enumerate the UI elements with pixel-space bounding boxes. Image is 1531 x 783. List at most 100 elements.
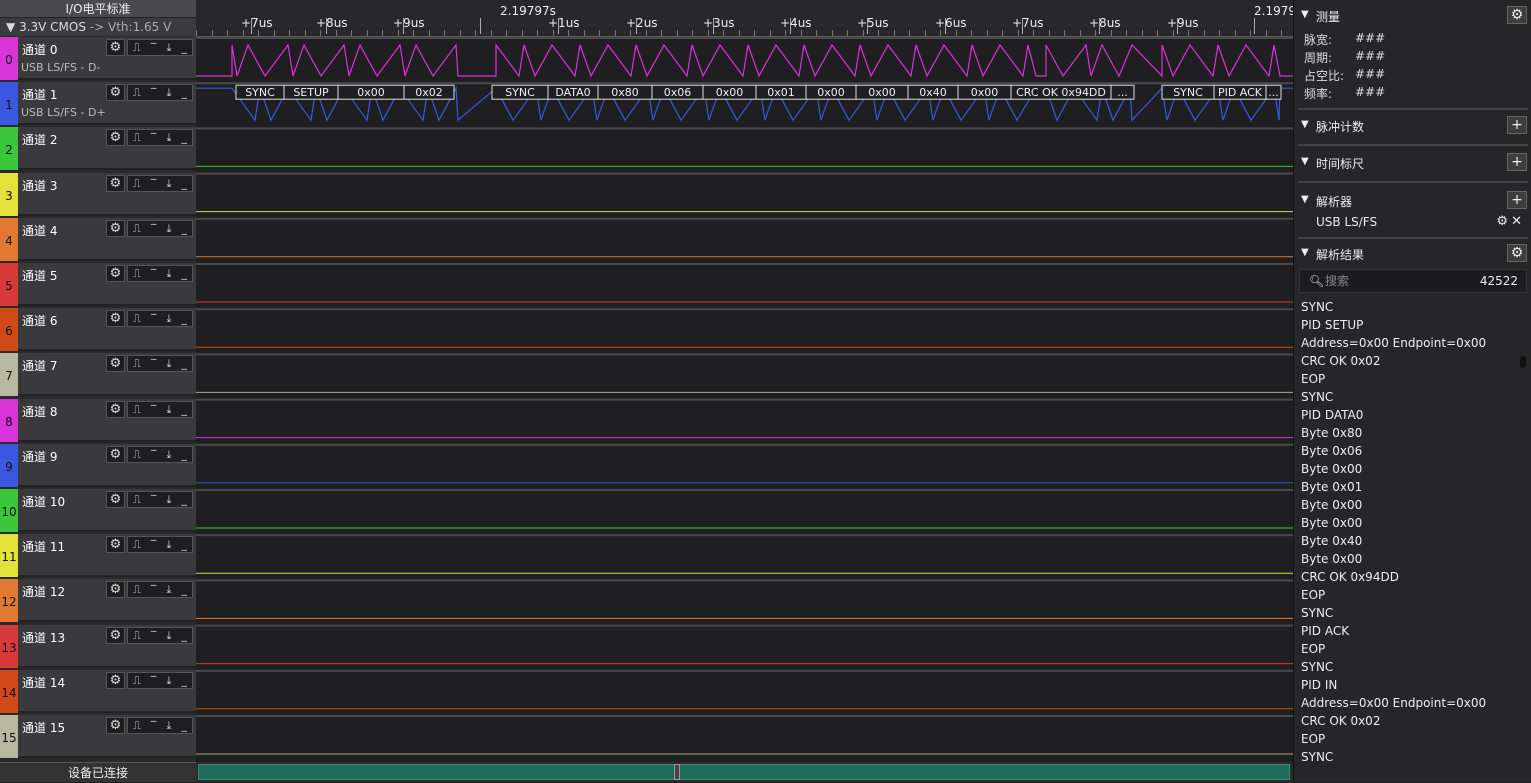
channel-gear-icon[interactable]: ⚙: [106, 626, 125, 644]
high-level-icon[interactable]: ‾: [151, 582, 157, 597]
channel-row[interactable]: 4 通道 4 ⚙ ⎍ ‾ ⤓ _: [0, 217, 196, 261]
channel-row[interactable]: 3 通道 3 ⚙ ⎍ ‾ ⤓ _: [0, 172, 196, 216]
result-item[interactable]: Byte 0x00: [1301, 550, 1516, 568]
rising-edge-icon[interactable]: ⎍: [133, 221, 141, 236]
scroll-thumb[interactable]: [674, 764, 680, 780]
channel-gear-icon[interactable]: ⚙: [106, 265, 125, 282]
high-level-icon[interactable]: ‾: [151, 85, 157, 100]
results-settings-gear-icon[interactable]: ⚙: [1507, 244, 1527, 262]
trigger-selector[interactable]: ⎍ ‾ ⤓ _: [127, 39, 193, 56]
falling-edge-icon[interactable]: ⤓: [166, 40, 171, 55]
channel-gear-icon[interactable]: ⚙: [106, 581, 125, 599]
channel-gear-icon[interactable]: ⚙: [106, 400, 125, 418]
rising-edge-icon[interactable]: ⎍: [133, 673, 141, 688]
low-level-icon[interactable]: _: [181, 402, 187, 417]
rising-edge-icon[interactable]: ⎍: [133, 492, 141, 507]
result-item[interactable]: PID IN: [1301, 676, 1516, 694]
low-level-icon[interactable]: _: [181, 492, 187, 507]
falling-edge-icon[interactable]: ⤓: [166, 130, 171, 145]
channel-name[interactable]: 通道 15: [22, 719, 65, 736]
collapse-arrow-icon[interactable]: ▼: [1301, 9, 1309, 20]
trigger-selector[interactable]: ⎍ ‾ ⤓ _: [127, 174, 193, 192]
channel-gear-icon[interactable]: ⚙: [106, 536, 125, 554]
falling-edge-icon[interactable]: ⤓: [166, 266, 171, 281]
channel-row[interactable]: 8 通道 8 ⚙ ⎍ ‾ ⤓ _: [0, 398, 196, 442]
results-search[interactable]: 🔍︎ 42522: [1299, 269, 1527, 293]
trigger-selector[interactable]: ⎍ ‾ ⤓ _: [127, 671, 193, 689]
channel-name[interactable]: 通道 14: [22, 674, 65, 691]
channel-gear-icon[interactable]: ⚙: [106, 174, 125, 192]
measure-settings-gear-icon[interactable]: ⚙: [1507, 6, 1527, 24]
high-level-icon[interactable]: ‾: [151, 718, 157, 733]
add-time-ruler-plus-icon[interactable]: +: [1507, 153, 1527, 171]
rising-edge-icon[interactable]: ⎍: [133, 582, 141, 597]
trigger-selector[interactable]: ⎍ ‾ ⤓ _: [127, 717, 193, 734]
rising-edge-icon[interactable]: ⎍: [133, 628, 141, 643]
trigger-selector[interactable]: ⎍ ‾ ⤓ _: [127, 491, 193, 508]
trigger-selector[interactable]: ⎍ ‾ ⤓ _: [127, 84, 193, 102]
result-item[interactable]: SYNC: [1301, 748, 1516, 766]
analyzer-section[interactable]: ▼ 解析器 +: [1294, 191, 1531, 211]
add-pulse-count-plus-icon[interactable]: +: [1507, 116, 1527, 134]
result-item[interactable]: CRC OK 0x02: [1301, 712, 1516, 730]
low-level-icon[interactable]: _: [181, 673, 187, 688]
channel-row[interactable]: 7 通道 7 ⚙ ⎍ ‾ ⤓ _: [0, 353, 196, 397]
channel-name[interactable]: 通道 2: [22, 131, 57, 148]
low-level-icon[interactable]: _: [181, 176, 187, 191]
low-level-icon[interactable]: _: [181, 447, 187, 462]
result-item[interactable]: EOP: [1301, 586, 1516, 604]
trigger-selector[interactable]: ⎍ ‾ ⤓ _: [127, 536, 193, 554]
trigger-selector[interactable]: ⎍ ‾ ⤓ _: [127, 265, 193, 282]
rising-edge-icon[interactable]: ⎍: [133, 85, 141, 100]
result-item[interactable]: Byte 0x40: [1301, 532, 1516, 550]
low-level-icon[interactable]: _: [181, 718, 187, 733]
result-item[interactable]: SYNC: [1301, 658, 1516, 676]
result-item[interactable]: Byte 0x00: [1301, 496, 1516, 514]
collapse-arrow-icon[interactable]: ▼: [1301, 156, 1309, 167]
channel-name[interactable]: 通道 9: [22, 448, 57, 465]
channel-name[interactable]: 通道 8: [22, 403, 57, 420]
high-level-icon[interactable]: ‾: [151, 447, 157, 462]
channel-row[interactable]: 14 通道 14 ⚙ ⎍ ‾ ⤓ _: [0, 669, 196, 713]
waveform-area[interactable]: +7us +8us +9us 2.19797s +1us +2us +3us +4us +5us…: [196, 0, 1293, 782]
result-item[interactable]: PID DATA0: [1301, 406, 1516, 424]
channel-name[interactable]: 通道 12: [22, 583, 65, 600]
channel-name[interactable]: 通道 7: [22, 357, 57, 374]
trigger-selector[interactable]: ⎍ ‾ ⤓ _: [127, 129, 193, 147]
channel-name[interactable]: 通道 10: [22, 493, 65, 510]
result-item[interactable]: CRC OK 0x02: [1301, 352, 1516, 370]
rising-edge-icon[interactable]: ⎍: [133, 130, 141, 145]
falling-edge-icon[interactable]: ⤓: [166, 85, 171, 100]
low-level-icon[interactable]: _: [181, 85, 187, 100]
channel-name[interactable]: 通道 1: [22, 86, 57, 103]
falling-edge-icon[interactable]: ⤓: [166, 447, 171, 462]
trigger-selector[interactable]: ⎍ ‾ ⤓ _: [127, 400, 193, 418]
channel-gear-icon[interactable]: ⚙: [106, 219, 125, 237]
falling-edge-icon[interactable]: ⤓: [166, 356, 171, 371]
results-list[interactable]: SYNC PID SETUP Address=0x00 Endpoint=0x00 C…: [1301, 298, 1516, 766]
results-section[interactable]: ▼ 解析结果 ⚙: [1294, 244, 1531, 264]
rising-edge-icon[interactable]: ⎍: [133, 447, 141, 462]
channel-row[interactable]: 5 通道 5 ⚙ ⎍ ‾ ⤓ _: [0, 263, 196, 306]
trigger-selector[interactable]: ⎍ ‾ ⤓ _: [127, 445, 193, 463]
channel-gear-icon[interactable]: ⚙: [106, 491, 125, 508]
channel-name[interactable]: 通道 5: [22, 267, 57, 284]
trigger-selector[interactable]: ⎍ ‾ ⤓ _: [127, 581, 193, 599]
collapse-arrow-icon[interactable]: ▼: [1301, 119, 1309, 130]
high-level-icon[interactable]: ‾: [151, 266, 157, 281]
pulse-count-section[interactable]: ▼ 脉冲计数 +: [1294, 116, 1531, 136]
channel-row[interactable]: 12 通道 12 ⚙ ⎍ ‾ ⤓ _: [0, 579, 196, 623]
low-level-icon[interactable]: _: [181, 311, 187, 326]
io-standard-select[interactable]: ▼ 3.3V CMOS -> Vth:1.65 V: [0, 18, 196, 36]
falling-edge-icon[interactable]: ⤓: [166, 718, 171, 733]
falling-edge-icon[interactable]: ⤓: [166, 628, 171, 643]
high-level-icon[interactable]: ‾: [151, 130, 157, 145]
channel-gear-icon[interactable]: ⚙: [106, 129, 125, 147]
falling-edge-icon[interactable]: ⤓: [166, 673, 171, 688]
result-item[interactable]: Address=0x00 Endpoint=0x00: [1301, 334, 1516, 352]
analyzer-item[interactable]: USB LS/FS ⚙ ✕: [1294, 213, 1531, 233]
high-level-icon[interactable]: ‾: [151, 176, 157, 191]
result-item[interactable]: PID SETUP: [1301, 316, 1516, 334]
channel-name[interactable]: 通道 3: [22, 177, 57, 194]
rising-edge-icon[interactable]: ⎍: [133, 266, 141, 281]
